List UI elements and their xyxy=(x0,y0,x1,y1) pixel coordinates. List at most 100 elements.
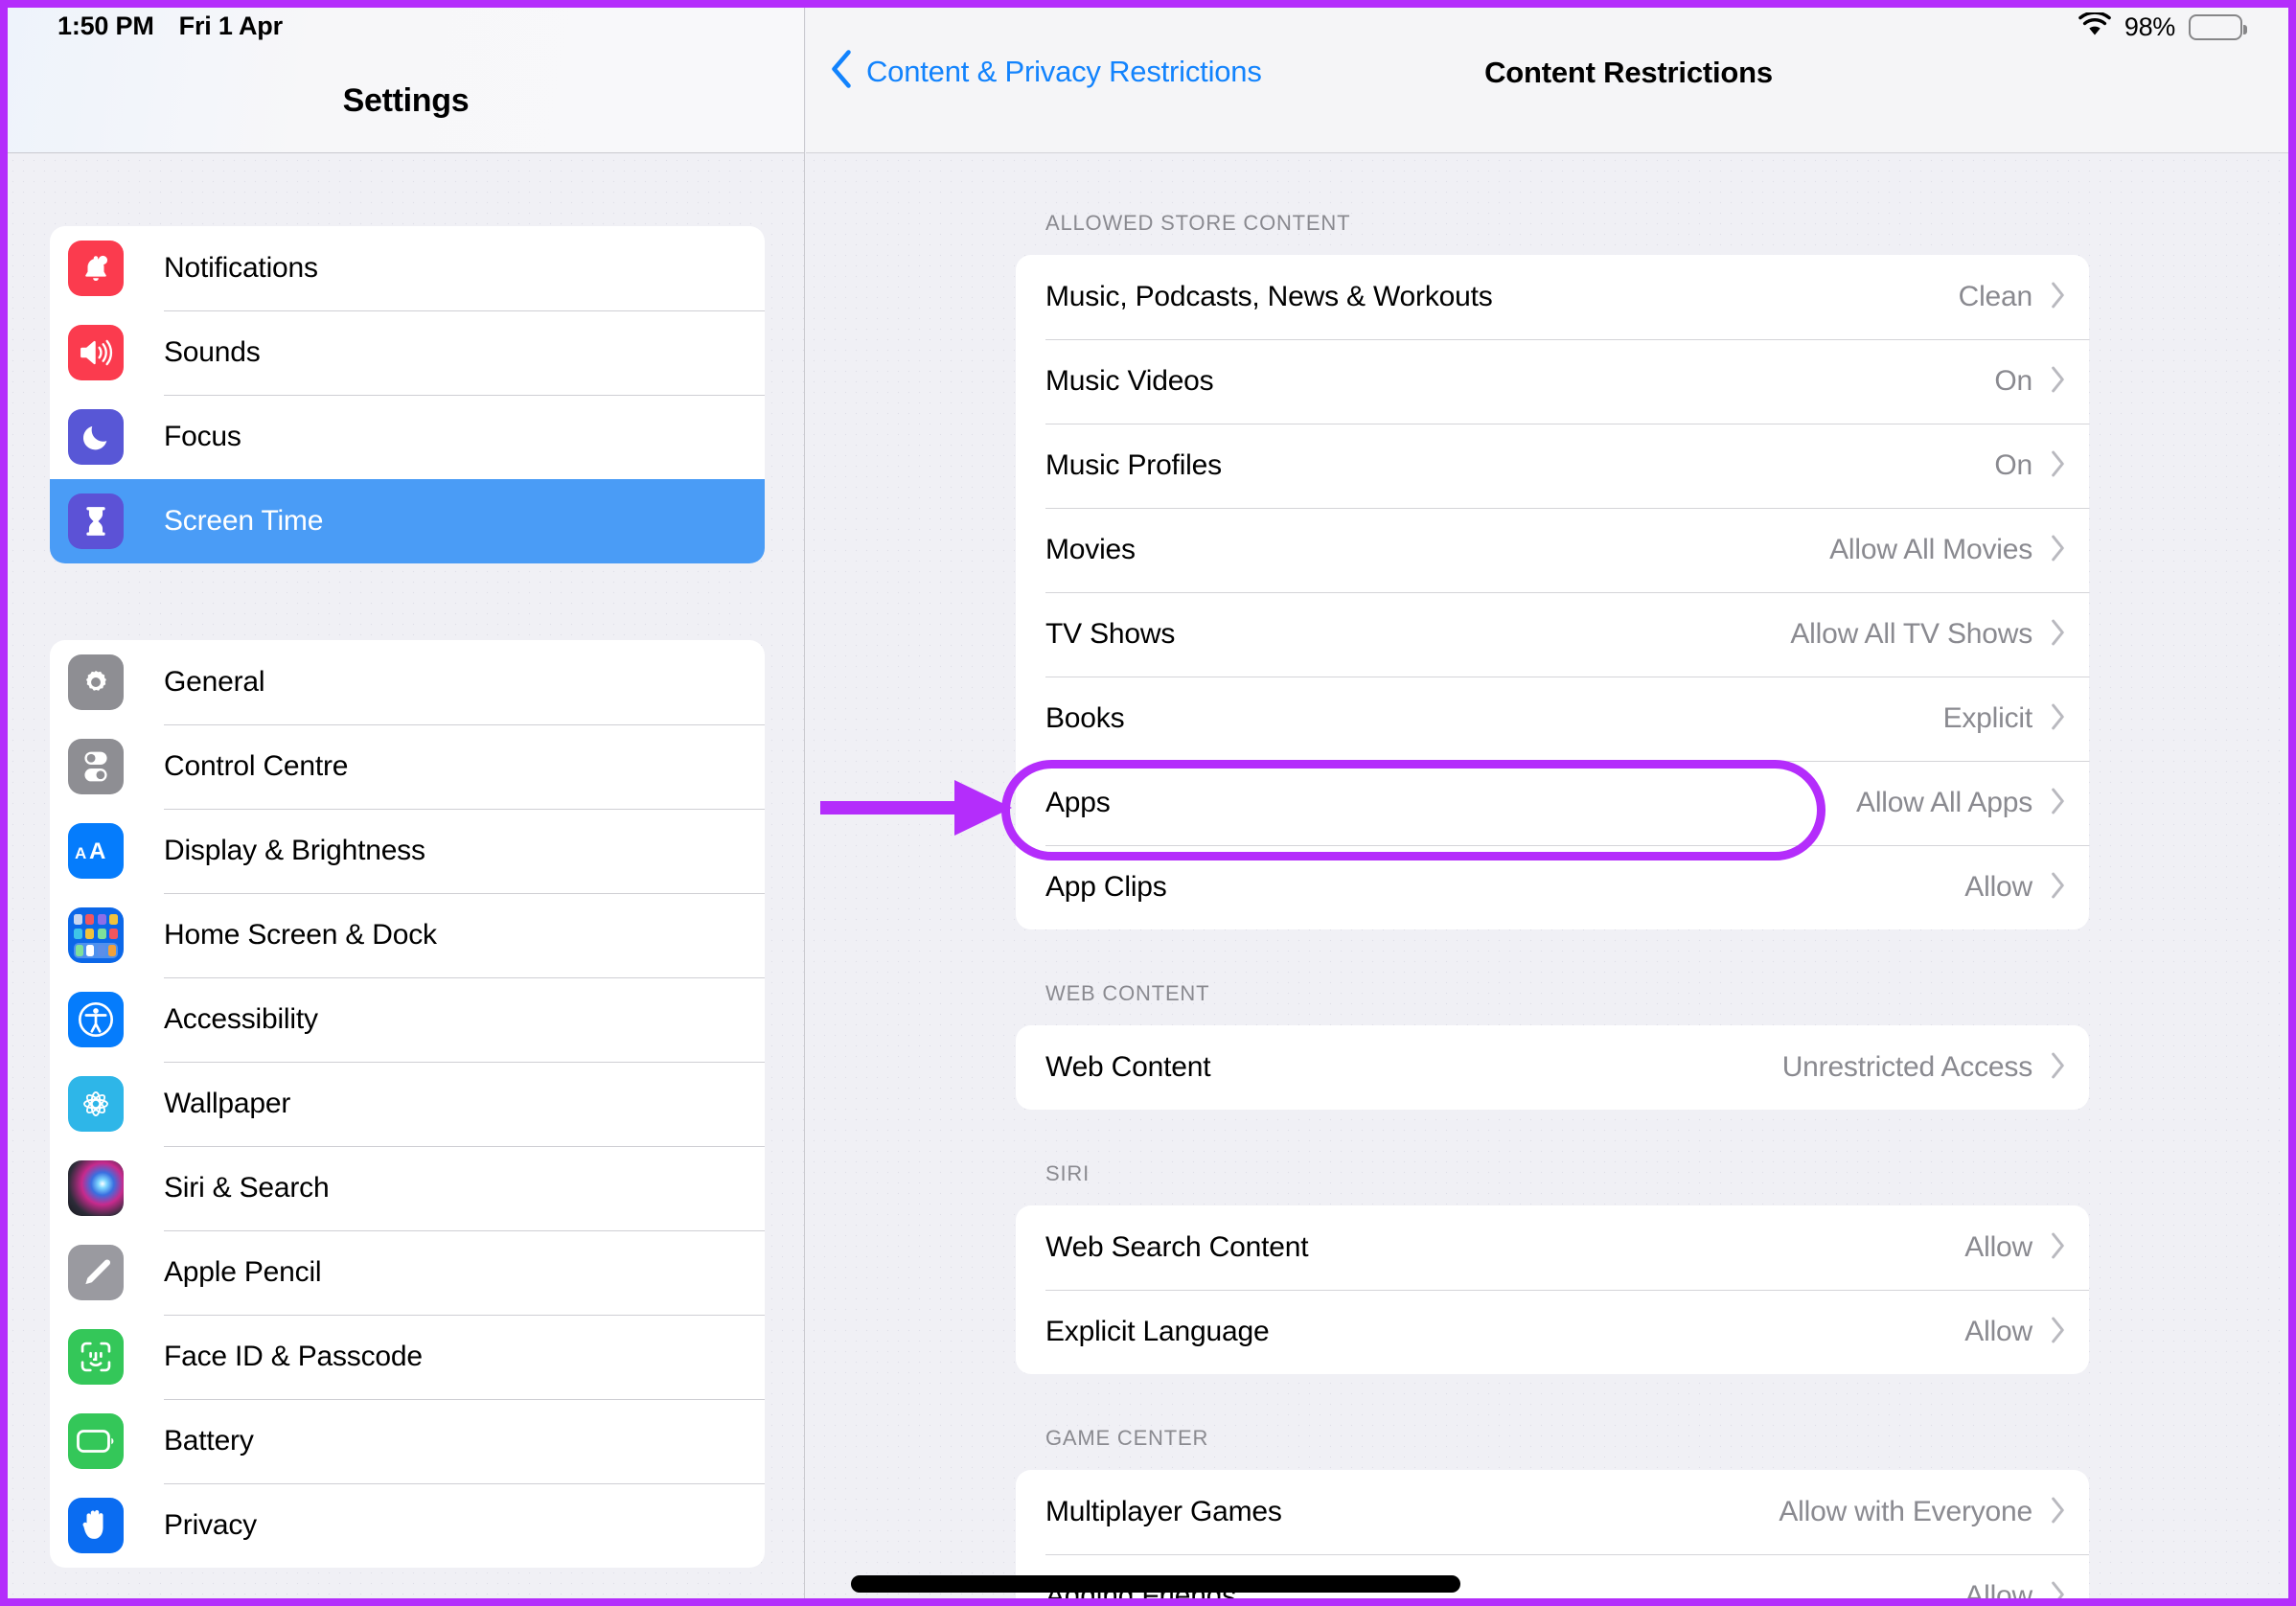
row-web-content[interactable]: Web Content Unrestricted Access xyxy=(1016,1025,2089,1110)
svg-text:A: A xyxy=(75,844,86,862)
chevron-right-icon xyxy=(2051,619,2066,651)
sidebar-item-accessibility[interactable]: Accessibility xyxy=(50,977,765,1062)
row-label: Books xyxy=(1045,702,1125,734)
detail-nav-bar: Content & Privacy Restrictions Content R… xyxy=(806,8,2288,153)
sidebar-item-label: Focus xyxy=(164,421,241,452)
content-restrictions-detail-pane: Content & Privacy Restrictions Content R… xyxy=(806,8,2288,1598)
sidebar-item-control-centre[interactable]: Control Centre xyxy=(50,724,765,809)
web-content-card: Web Content Unrestricted Access xyxy=(1016,1025,2089,1110)
siri-card: Web Search Content Allow Explicit Langua… xyxy=(1016,1205,2089,1374)
row-label: Music, Podcasts, News & Workouts xyxy=(1045,281,1493,312)
row-value: On xyxy=(1994,449,2032,481)
home-indicator-bar[interactable] xyxy=(851,1575,1460,1593)
chevron-right-icon xyxy=(2051,703,2066,735)
row-label: App Clips xyxy=(1045,871,1167,903)
hourglass-icon xyxy=(68,493,124,549)
sidebar-item-label: Sounds xyxy=(164,336,261,368)
chevron-right-icon xyxy=(2051,1317,2066,1348)
row-books[interactable]: Books Explicit xyxy=(1016,677,2089,761)
row-value: Allow xyxy=(1964,1316,2032,1347)
hand-icon xyxy=(68,1498,124,1553)
sidebar-item-screen-time[interactable]: Screen Time xyxy=(50,479,765,563)
row-label: Multiplayer Games xyxy=(1045,1496,1282,1527)
row-value: Unrestricted Access xyxy=(1781,1051,2032,1083)
section-header-web-content: WEB CONTENT xyxy=(1045,981,1210,1005)
sidebar-item-wallpaper[interactable]: Wallpaper xyxy=(50,1062,765,1146)
row-music-podcasts-news-workouts[interactable]: Music, Podcasts, News & Workouts Clean xyxy=(1016,255,2089,339)
sidebar-item-label: Battery xyxy=(164,1425,254,1457)
sidebar-item-label: Wallpaper xyxy=(164,1088,291,1119)
sidebar-item-privacy[interactable]: Privacy xyxy=(50,1483,765,1568)
row-apps[interactable]: Apps Allow All Apps xyxy=(1016,761,2089,845)
section-header-siri: SIRI xyxy=(1045,1161,1090,1185)
siri-orb-icon xyxy=(68,1160,124,1216)
sidebar-item-label: Control Centre xyxy=(164,750,349,782)
toggles-icon xyxy=(68,739,124,794)
pencil-icon xyxy=(68,1245,124,1300)
sidebar-group-1: Notifications Sounds Focus Screen Time xyxy=(50,226,765,563)
row-movies[interactable]: Movies Allow All Movies xyxy=(1016,508,2089,592)
sidebar-group-2: General Control Centre A A Display & Bri… xyxy=(50,640,765,1568)
sidebar-item-label: Screen Time xyxy=(164,505,324,537)
row-value: Allow xyxy=(1964,1580,2032,1598)
annotated-screenshot-frame: 1:50 PM Fri 1 Apr 98% Settings Notificat… xyxy=(0,0,2296,1606)
sidebar-item-battery[interactable]: Battery xyxy=(50,1399,765,1483)
row-tv-shows[interactable]: TV Shows Allow All TV Shows xyxy=(1016,592,2089,677)
sidebar-item-label: Privacy xyxy=(164,1509,257,1541)
sidebar-item-label: Siri & Search xyxy=(164,1172,330,1204)
chevron-right-icon xyxy=(2051,1052,2066,1084)
sidebar-item-label: Notifications xyxy=(164,252,318,284)
svg-text:A: A xyxy=(89,838,105,863)
bell-icon xyxy=(68,241,124,296)
row-music-videos[interactable]: Music Videos On xyxy=(1016,339,2089,424)
row-value: Allow All Movies xyxy=(1829,534,2032,565)
speaker-icon xyxy=(68,325,124,380)
row-multiplayer-games[interactable]: Multiplayer Games Allow with Everyone xyxy=(1016,1470,2089,1554)
chevron-right-icon xyxy=(2051,366,2066,398)
row-music-profiles[interactable]: Music Profiles On xyxy=(1016,424,2089,508)
sidebar-item-home-screen-dock[interactable]: Home Screen & Dock xyxy=(50,893,765,977)
sidebar-item-sounds[interactable]: Sounds xyxy=(50,310,765,395)
accessibility-person-icon xyxy=(68,992,124,1047)
flower-icon xyxy=(68,1076,124,1132)
gear-icon xyxy=(68,654,124,710)
row-value: Allow with Everyone xyxy=(1779,1496,2032,1527)
moon-icon xyxy=(68,409,124,465)
row-label: Web Content xyxy=(1045,1051,1211,1083)
row-value: Allow xyxy=(1964,1231,2032,1263)
aa-text-icon: A A xyxy=(68,823,124,879)
chevron-right-icon xyxy=(2051,282,2066,313)
row-value: Allow All Apps xyxy=(1856,787,2032,818)
row-value: Explicit xyxy=(1942,702,2033,734)
sidebar-item-general[interactable]: General xyxy=(50,640,765,724)
sidebar-item-display-brightness[interactable]: A A Display & Brightness xyxy=(50,809,765,893)
row-label: Apps xyxy=(1045,787,1111,818)
chevron-right-icon xyxy=(2051,450,2066,482)
detail-scroll-area[interactable]: ALLOWED STORE CONTENT Music, Podcasts, N… xyxy=(806,153,2288,1598)
sidebar-item-focus[interactable]: Focus xyxy=(50,395,765,479)
sidebar-item-siri-search[interactable]: Siri & Search xyxy=(50,1146,765,1230)
row-label: Web Search Content xyxy=(1045,1231,1309,1263)
row-label: Music Profiles xyxy=(1045,449,1222,481)
chevron-right-icon xyxy=(2051,788,2066,819)
section-header-game-center: GAME CENTER xyxy=(1045,1426,1209,1450)
sidebar-item-apple-pencil[interactable]: Apple Pencil xyxy=(50,1230,765,1315)
sidebar-item-notifications[interactable]: Notifications xyxy=(50,226,765,310)
row-explicit-language[interactable]: Explicit Language Allow xyxy=(1016,1290,2089,1374)
row-label: TV Shows xyxy=(1045,618,1176,650)
chevron-right-icon xyxy=(2051,1232,2066,1264)
sidebar-item-label: General xyxy=(164,666,265,698)
face-id-icon xyxy=(68,1329,124,1385)
battery-icon xyxy=(68,1413,124,1469)
chevron-right-icon xyxy=(2051,1497,2066,1528)
sidebar-item-face-id-passcode[interactable]: Face ID & Passcode xyxy=(50,1315,765,1399)
row-web-search-content[interactable]: Web Search Content Allow xyxy=(1016,1205,2089,1290)
sidebar-header: Settings xyxy=(8,8,804,153)
app-grid-icon xyxy=(68,907,124,963)
row-label: Movies xyxy=(1045,534,1136,565)
section-header-allowed-store-content: ALLOWED STORE CONTENT xyxy=(1045,211,1351,235)
ipad-screen: 1:50 PM Fri 1 Apr 98% Settings Notificat… xyxy=(8,8,2288,1598)
sidebar-item-label: Display & Brightness xyxy=(164,835,425,866)
page-title: Settings xyxy=(342,82,470,119)
row-app-clips[interactable]: App Clips Allow xyxy=(1016,845,2089,929)
